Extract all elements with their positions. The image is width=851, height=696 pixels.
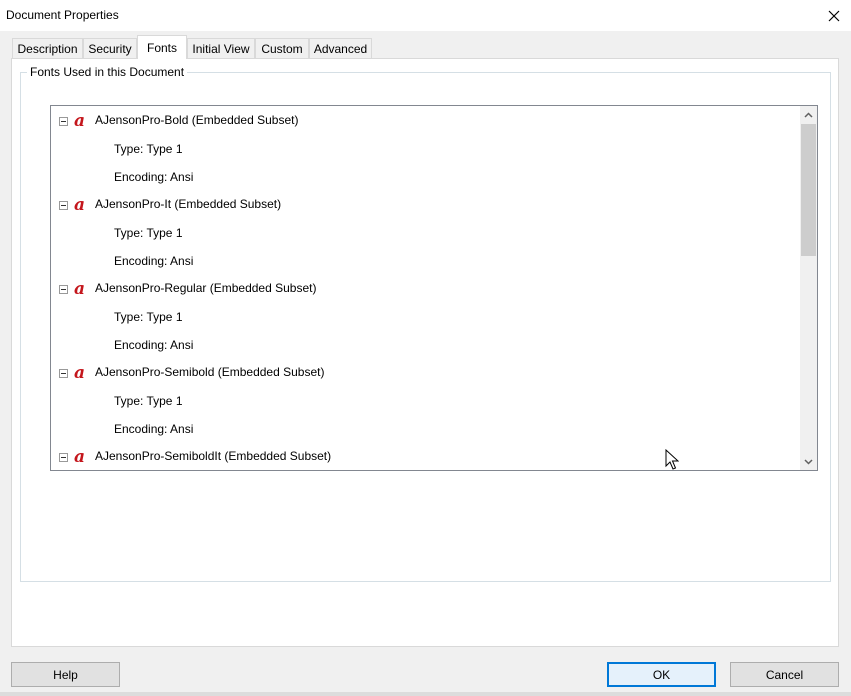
scroll-down-button[interactable] (800, 453, 817, 470)
close-button[interactable] (817, 0, 851, 31)
chevron-up-icon (804, 111, 813, 118)
close-icon (828, 10, 840, 21)
font-type: Type: Type 1 (114, 142, 183, 156)
tab-description[interactable]: Description (12, 38, 83, 58)
acrobat-font-icon: a (74, 280, 85, 296)
collapse-minus-icon[interactable] (59, 453, 68, 462)
svg-text:a: a (74, 448, 85, 464)
collapse-minus-icon[interactable] (59, 285, 68, 294)
ok-button[interactable]: OK (607, 662, 716, 687)
tab-advanced[interactable]: Advanced (309, 38, 372, 58)
font-name: AJensonPro-Regular (Embedded Subset) (95, 281, 317, 295)
font-encoding: Encoding: Ansi (114, 338, 194, 352)
collapse-minus-icon[interactable] (59, 369, 68, 378)
font-name: AJensonPro-Bold (Embedded Subset) (95, 113, 299, 127)
svg-text:a: a (74, 112, 85, 128)
fonts-tree[interactable]: a AJensonPro-Bold (Embedded Subset) Type… (50, 105, 818, 471)
chevron-down-icon (804, 458, 813, 465)
help-button[interactable]: Help (11, 662, 120, 687)
acrobat-font-icon: a (74, 448, 85, 464)
scrollbar-thumb[interactable] (801, 124, 816, 256)
window-title: Document Properties (6, 8, 119, 22)
font-type: Type: Type 1 (114, 226, 183, 240)
font-name: AJensonPro-SemiboldIt (Embedded Subset) (95, 449, 332, 463)
svg-text:a: a (74, 280, 85, 296)
font-encoding: Encoding: Ansi (114, 254, 194, 268)
font-encoding: Encoding: Ansi (114, 422, 194, 436)
collapse-minus-icon[interactable] (59, 201, 68, 210)
tab-panel-fonts: Fonts Used in this Document a AJensonPro… (11, 58, 839, 647)
tab-security[interactable]: Security (83, 38, 137, 58)
font-type: Type: Type 1 (114, 310, 183, 324)
cancel-button[interactable]: Cancel (730, 662, 839, 687)
tab-custom[interactable]: Custom (255, 38, 309, 58)
fonts-group-label: Fonts Used in this Document (27, 65, 188, 79)
font-name: AJensonPro-It (Embedded Subset) (95, 197, 282, 211)
vertical-scrollbar[interactable] (800, 106, 817, 470)
fonts-tree-content: a AJensonPro-Bold (Embedded Subset) Type… (51, 106, 800, 470)
font-encoding: Encoding: Ansi (114, 170, 194, 184)
tab-initial-view[interactable]: Initial View (187, 38, 255, 58)
acrobat-font-icon: a (74, 112, 85, 128)
svg-text:a: a (74, 364, 85, 380)
acrobat-font-icon: a (74, 196, 85, 212)
collapse-minus-icon[interactable] (59, 117, 68, 126)
scroll-up-button[interactable] (800, 106, 817, 123)
font-type: Type: Type 1 (114, 394, 183, 408)
svg-text:a: a (74, 196, 85, 212)
acrobat-font-icon: a (74, 364, 85, 380)
window-bottom-edge (0, 692, 851, 696)
font-name: AJensonPro-Semibold (Embedded Subset) (95, 365, 325, 379)
title-bar: Document Properties (0, 0, 851, 31)
mouse-cursor-icon (665, 449, 679, 470)
tab-fonts[interactable]: Fonts (137, 35, 187, 59)
fonts-groupbox: Fonts Used in this Document a AJensonPro… (20, 65, 831, 582)
